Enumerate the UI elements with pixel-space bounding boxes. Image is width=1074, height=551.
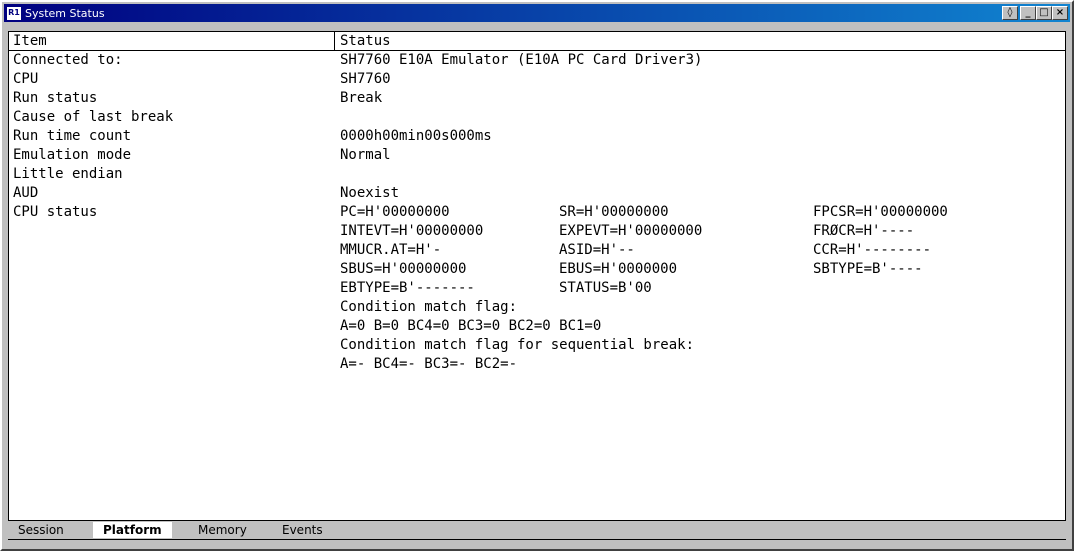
- condition-flag-line: A=0 B=0 BC4=0 BC3=0 BC2=0 BC1=0: [340, 318, 602, 334]
- tab-strip: Session Platform Memory Events: [8, 522, 1066, 540]
- condition-flag-line: Condition match flag for sequential brea…: [340, 337, 695, 353]
- app-icon: R1: [7, 6, 21, 20]
- column-header-item[interactable]: Item: [13, 33, 47, 49]
- row-status: Noexist: [340, 185, 400, 201]
- minimize-button[interactable]: _: [1020, 6, 1036, 20]
- register-value: PC=H'00000000: [340, 204, 450, 220]
- column-header: Item Status: [9, 32, 1065, 51]
- condition-flag-line: A=- BC4=- BC3=- BC2=-: [340, 356, 518, 372]
- row-item: CPU: [13, 71, 39, 87]
- tab-events[interactable]: Events: [272, 522, 333, 538]
- row-item: Run status: [13, 90, 98, 106]
- tab-memory[interactable]: Memory: [188, 522, 257, 538]
- row-item: Run time count: [13, 128, 132, 144]
- register-value: EBUS=H'0000000: [559, 261, 678, 277]
- register-value: STATUS=B'00: [559, 280, 652, 296]
- row-item: CPU status: [13, 204, 98, 220]
- status-list[interactable]: Item Status Connected to: SH7760 E10A Em…: [8, 31, 1066, 521]
- row-item: Connected to:: [13, 52, 123, 68]
- condition-flag-line: Condition match flag:: [340, 299, 518, 315]
- register-value: INTEVT=H'00000000: [340, 223, 484, 239]
- column-header-status[interactable]: Status: [340, 33, 391, 49]
- window-title: System Status: [25, 6, 105, 20]
- row-status: SH7760 E10A Emulator (E10A PC Card Drive…: [340, 52, 703, 68]
- tab-platform[interactable]: Platform: [93, 522, 172, 538]
- register-value: ASID=H'--: [559, 242, 635, 258]
- row-item: AUD: [13, 185, 39, 201]
- register-value: EXPEVT=H'00000000: [559, 223, 703, 239]
- register-value: EBTYPE=B'-------: [340, 280, 475, 296]
- title-bar[interactable]: R1 System Status ◊ _ □ ×: [4, 4, 1070, 22]
- register-value: FRØCR=H'----: [813, 223, 915, 239]
- register-value: FPCSR=H'00000000: [813, 204, 948, 220]
- row-status: Break: [340, 90, 383, 106]
- register-value: MMUCR.AT=H'-: [340, 242, 442, 258]
- maximize-button[interactable]: □: [1036, 6, 1052, 20]
- register-value: SBTYPE=B'----: [813, 261, 923, 277]
- register-value: CCR=H'--------: [813, 242, 932, 258]
- register-value: SBUS=H'00000000: [340, 261, 467, 277]
- register-value: SR=H'00000000: [559, 204, 669, 220]
- close-button[interactable]: ×: [1052, 6, 1068, 20]
- row-item: Cause of last break: [13, 109, 174, 125]
- restore-icon[interactable]: ◊: [1002, 6, 1018, 20]
- row-status: Normal: [340, 147, 391, 163]
- row-item: Emulation mode: [13, 147, 132, 163]
- row-status: SH7760: [340, 71, 391, 87]
- tab-session[interactable]: Session: [8, 522, 74, 538]
- column-divider[interactable]: [334, 32, 335, 50]
- row-item: Little endian: [13, 166, 123, 182]
- row-status: 0000h00min00s000ms: [340, 128, 492, 144]
